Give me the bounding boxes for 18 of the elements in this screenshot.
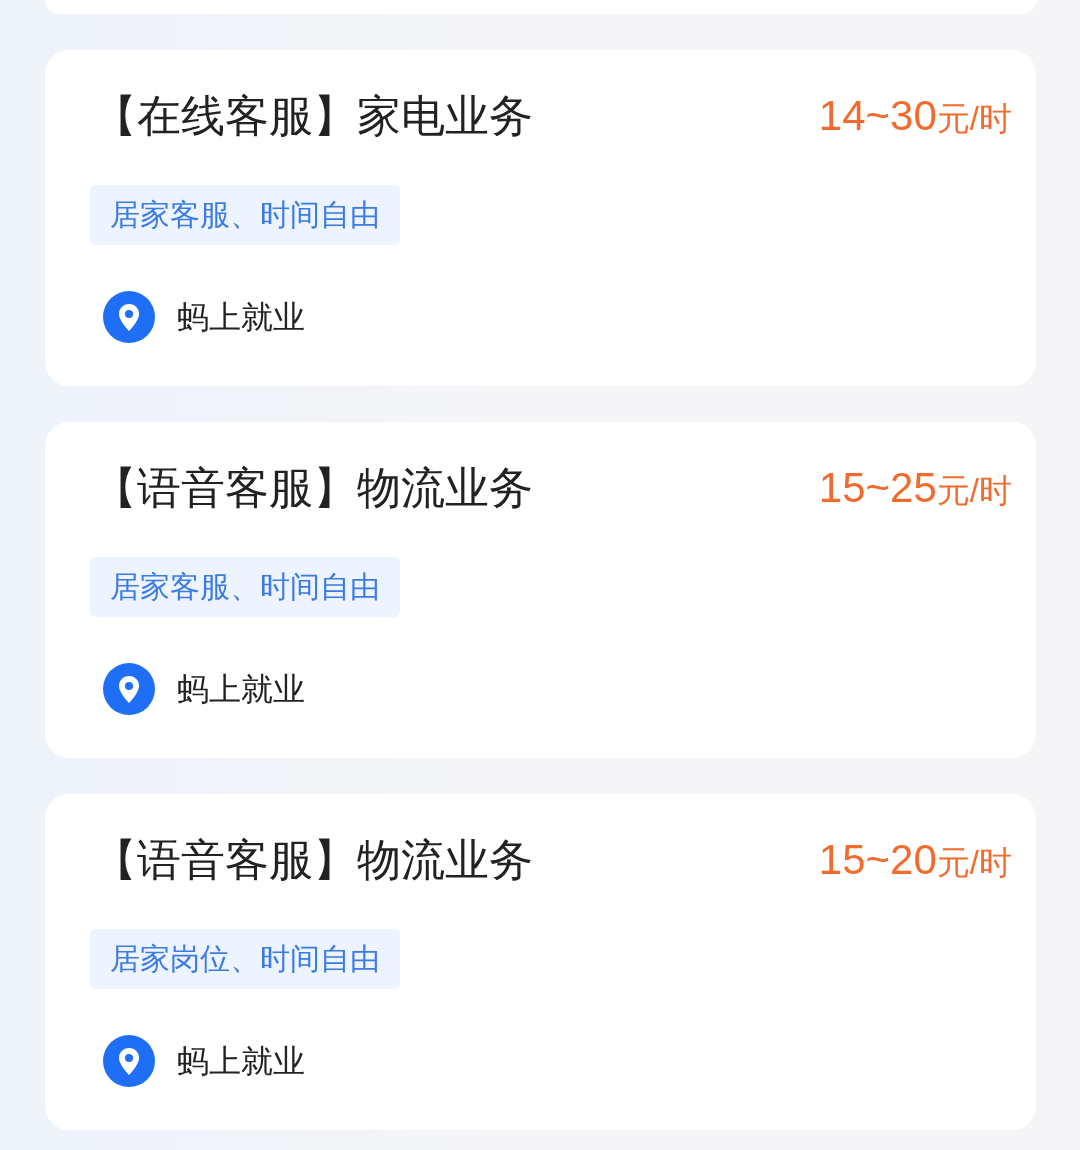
- job-card[interactable]: 【在线客服】家电业务 14~30元/时 居家客服、时间自由 蚂上就业: [45, 50, 1036, 386]
- company-name: 蚂上就业: [177, 670, 305, 709]
- job-card[interactable]: 【语音客服】物流业务 15~25元/时 居家客服、时间自由 蚂上就业: [45, 422, 1036, 758]
- location-pin-icon: [103, 291, 155, 343]
- job-tag: 居家客服、时间自由: [90, 185, 400, 245]
- salary: 15~25元/时: [818, 463, 1012, 513]
- job-title: 【在线客服】家电业务: [93, 90, 533, 142]
- job-title: 【语音客服】物流业务: [93, 834, 533, 886]
- company-name: 蚂上就业: [177, 1042, 305, 1081]
- job-tag: 居家客服、时间自由: [90, 557, 400, 617]
- company-name: 蚂上就业: [177, 298, 305, 337]
- location-pin-icon: [103, 1035, 155, 1087]
- job-title: 【语音客服】物流业务: [93, 462, 533, 514]
- salary: 15~20元/时: [818, 835, 1012, 885]
- job-card[interactable]: 【语音客服】物流业务 15~20元/时 居家岗位、时间自由 蚂上就业: [45, 794, 1036, 1130]
- job-tag: 居家岗位、时间自由: [90, 929, 400, 989]
- salary: 14~30元/时: [818, 91, 1012, 141]
- location-pin-icon: [103, 663, 155, 715]
